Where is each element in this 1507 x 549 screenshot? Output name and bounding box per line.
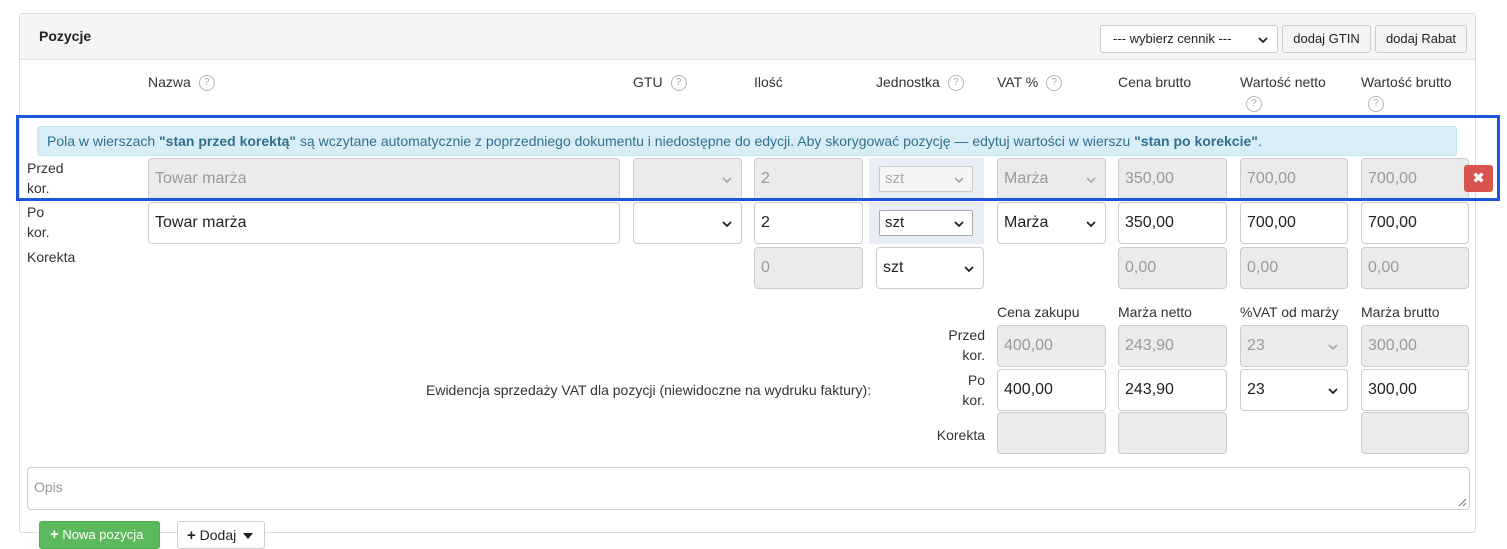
purchase-after-field[interactable]: 400,00 <box>997 369 1106 411</box>
net-value-correction-field: 0,00 <box>1240 247 1348 289</box>
margin-vat-after-select[interactable]: 23 <box>1240 369 1348 411</box>
help-icon[interactable]: ? <box>670 75 687 92</box>
description-textarea[interactable]: Opis <box>27 467 1470 510</box>
caret-down-icon <box>243 533 254 539</box>
plus-icon: + <box>50 526 59 543</box>
help-icon[interactable]: ? <box>198 75 215 92</box>
margin-label-before-2: kor. <box>962 347 985 363</box>
column-header-gross-price: Cena brutto <box>1118 74 1192 90</box>
chevron-down-icon <box>964 266 974 273</box>
column-label-unit: Jednostka <box>876 74 940 90</box>
gross-price-after-field[interactable]: 350,00 <box>1118 202 1227 244</box>
name-after-field[interactable]: Towar marża <box>148 202 620 244</box>
pricelist-select[interactable]: --- wybierz cennik --- <box>1100 25 1278 53</box>
unit-after-value: szt <box>885 214 905 231</box>
add-dropdown-button[interactable]: + Dodaj <box>177 521 265 549</box>
column-header-name: Nazwa? <box>148 74 215 92</box>
margin-gross-after-field[interactable]: 300,00 <box>1361 369 1469 411</box>
gtu-after-select[interactable] <box>633 202 742 244</box>
column-label-name: Nazwa <box>148 74 191 90</box>
plus-icon: + <box>187 527 196 544</box>
row-label-after-2: kor. <box>27 224 50 240</box>
description-placeholder: Opis <box>34 479 63 495</box>
qty-after-field[interactable]: 2 <box>754 202 863 244</box>
help-icon[interactable]: ? <box>1368 96 1384 112</box>
column-header-gtu: GTU? <box>633 74 687 92</box>
purchase-before-field: 400,00 <box>997 325 1106 367</box>
row-label-after: Po kor. <box>27 202 50 242</box>
row-label-after-1: Po <box>27 204 45 220</box>
column-header-net-value: Wartość netto <box>1240 74 1326 90</box>
margin-header-vat: %VAT od marży <box>1240 304 1339 320</box>
add-gtin-button[interactable]: dodaj GTIN <box>1282 25 1371 53</box>
chevron-down-icon <box>1258 37 1268 44</box>
gross-value-correction-field: 0,00 <box>1361 247 1469 289</box>
column-header-gross-value: Wartość brutto <box>1361 74 1452 90</box>
margin-label-after-1: Po <box>967 372 985 388</box>
vat-after-value: Marża <box>1004 214 1049 231</box>
margin-vat-before-value: 23 <box>1247 337 1265 354</box>
margin-gross-correction-field <box>1361 412 1469 454</box>
unit-correction-select[interactable]: szt <box>876 247 984 289</box>
column-label-vat: VAT % <box>997 74 1039 90</box>
gross-price-correction-field: 0,00 <box>1118 247 1227 289</box>
net-value-after-field[interactable]: 700,00 <box>1240 202 1348 244</box>
column-header-qty: Ilość <box>754 74 783 90</box>
pricelist-select-value: --- wybierz cennik --- <box>1113 31 1232 46</box>
margin-vat-before-select: 23 <box>1240 325 1348 367</box>
row-label-correction: Korekta <box>27 249 76 265</box>
qty-correction-field: 0 <box>754 247 863 289</box>
vat-register-description: Ewidencja sprzedaży VAT dla pozycji (nie… <box>426 382 872 398</box>
margin-label-before-1: Przed <box>948 327 985 343</box>
help-icon[interactable]: ? <box>947 75 964 92</box>
chevron-down-icon <box>1086 221 1096 228</box>
margin-header-net: Marża netto <box>1118 304 1192 320</box>
margin-net-after-field[interactable]: 243,90 <box>1118 369 1227 411</box>
purchase-correction-field <box>997 412 1106 454</box>
highlight-box <box>16 115 1500 201</box>
gross-value-after-field[interactable]: 700,00 <box>1361 202 1469 244</box>
panel-title: Pozycje <box>39 28 92 44</box>
margin-net-correction-field <box>1118 412 1227 454</box>
unit-after-select[interactable]: szt <box>879 210 973 236</box>
column-header-vat: VAT %? <box>997 74 1063 92</box>
chevron-down-icon <box>1328 344 1338 351</box>
margin-label-after-2: kor. <box>962 392 985 408</box>
column-label-gtu: GTU <box>633 74 663 90</box>
resize-grip-icon[interactable] <box>1458 498 1467 507</box>
add-discount-button[interactable]: dodaj Rabat <box>1375 25 1467 53</box>
margin-label-after: Po kor. <box>930 370 985 410</box>
chevron-down-icon <box>722 221 732 228</box>
margin-header-gross: Marża brutto <box>1361 304 1440 320</box>
chevron-down-icon <box>1328 388 1338 395</box>
margin-vat-after-value: 23 <box>1247 381 1265 398</box>
margin-header-purchase: Cena zakupu <box>997 304 1080 320</box>
unit-correction-value: szt <box>883 259 904 276</box>
margin-label-correction: Korekta <box>936 427 985 443</box>
margin-gross-before-field: 300,00 <box>1361 325 1469 367</box>
margin-label-before: Przed kor. <box>930 325 985 365</box>
vat-after-select[interactable]: Marża <box>997 202 1106 244</box>
chevron-down-icon <box>954 221 964 228</box>
margin-net-before-field: 243,90 <box>1118 325 1227 367</box>
new-position-label: Nowa pozycja <box>62 527 144 542</box>
help-icon[interactable]: ? <box>1246 96 1262 112</box>
add-label: Dodaj <box>199 527 237 543</box>
column-header-unit: Jednostka? <box>876 74 964 92</box>
help-icon[interactable]: ? <box>1046 75 1063 92</box>
new-position-button[interactable]: + Nowa pozycja <box>39 521 160 549</box>
